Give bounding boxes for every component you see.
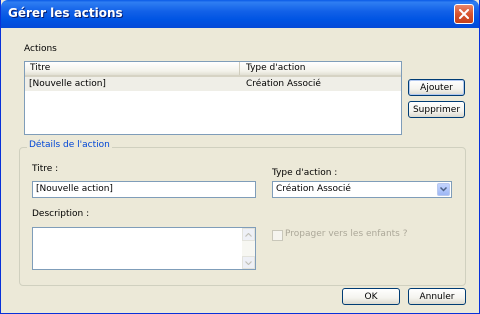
description-scrollbar[interactable] (242, 228, 255, 269)
type-select-value: Création Associé (276, 184, 351, 194)
description-label: Description : (32, 209, 90, 219)
chevron-down-icon (440, 187, 447, 192)
close-button[interactable] (454, 4, 474, 24)
title-input[interactable]: [Nouvelle action] (32, 181, 256, 198)
column-header-type[interactable]: Type d'action (241, 62, 401, 75)
type-label: Type d'action : (272, 168, 338, 178)
table-row[interactable]: [Nouvelle action] Création Associé (25, 77, 401, 91)
propagate-label: Propager vers les enfants ? (285, 229, 408, 239)
scroll-down-icon (245, 260, 252, 265)
column-header-title[interactable]: Titre (25, 62, 240, 75)
add-button[interactable]: Ajouter (408, 79, 465, 96)
details-group-label: Détails de l'action (27, 140, 112, 150)
title-label: Titre : (32, 164, 59, 174)
row-title-cell: [Nouvelle action] (29, 79, 106, 89)
window-title: Gérer les actions (8, 6, 123, 20)
list-header: Titre Type d'action (25, 62, 401, 77)
type-select[interactable]: Création Associé (272, 181, 452, 198)
scroll-down-button[interactable] (242, 256, 255, 269)
description-input[interactable] (32, 227, 256, 270)
scroll-up-button[interactable] (242, 228, 255, 241)
delete-button[interactable]: Supprimer (408, 101, 465, 118)
title-bar[interactable]: Gérer les actions (1, 0, 479, 28)
close-icon (459, 9, 469, 19)
propagate-checkbox[interactable] (272, 230, 283, 241)
actions-list[interactable]: Titre Type d'action [Nouvelle action] Cr… (24, 61, 402, 135)
ok-button[interactable]: OK (342, 288, 400, 305)
dialog-window: Gérer les actions Actions Titre Type d'a… (0, 0, 480, 314)
scroll-up-icon (245, 232, 252, 237)
row-type-cell: Création Associé (246, 79, 321, 89)
type-select-dropdown-button[interactable] (437, 183, 450, 196)
actions-section-label: Actions (24, 44, 57, 54)
cancel-button[interactable]: Annuler (408, 288, 466, 305)
